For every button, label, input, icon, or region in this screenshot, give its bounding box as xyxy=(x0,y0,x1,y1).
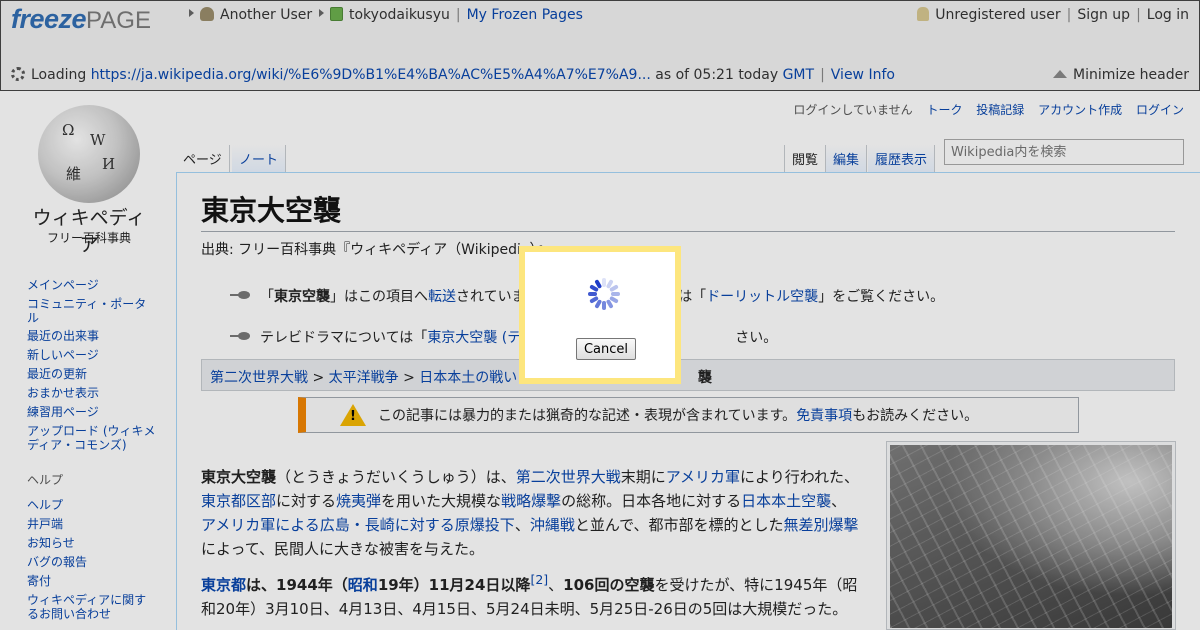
loading-spinner-icon xyxy=(588,278,620,310)
spinner-spoke xyxy=(602,301,606,310)
cancel-button[interactable]: Cancel xyxy=(576,338,636,360)
spinner-spoke xyxy=(611,292,620,296)
spinner-spoke xyxy=(588,292,597,296)
loading-dialog: Cancel xyxy=(519,246,681,384)
